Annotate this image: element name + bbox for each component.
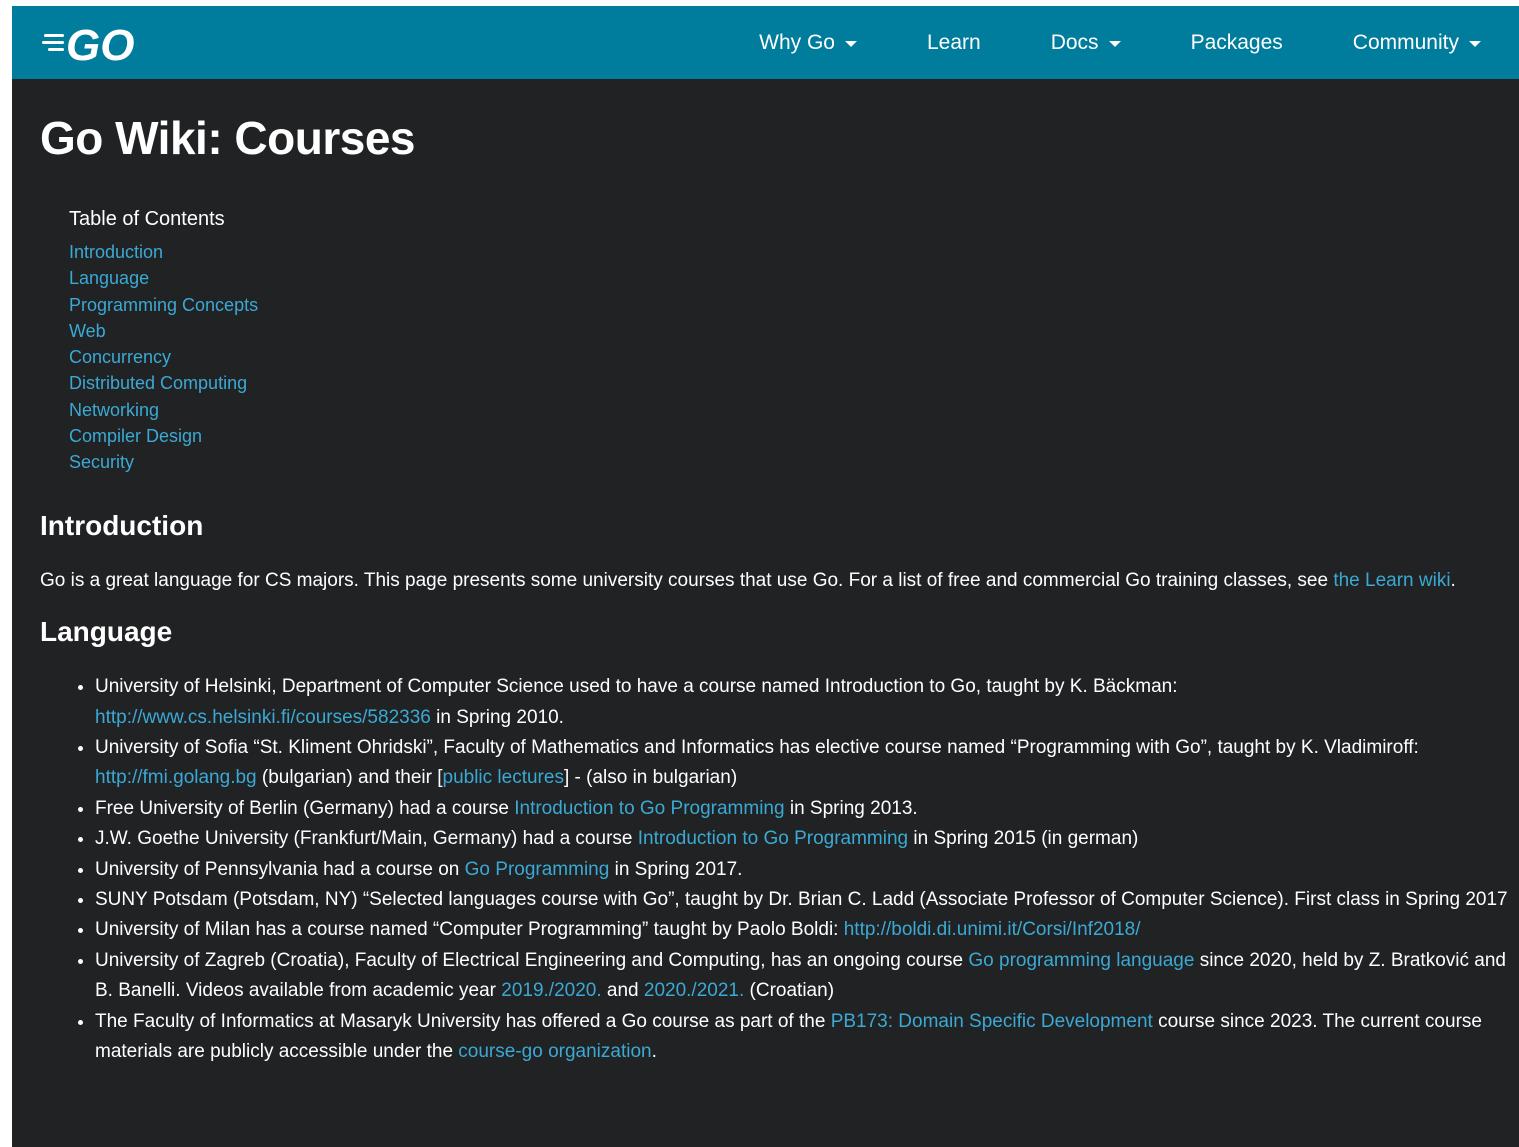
toc-title: Table of Contents <box>69 208 225 230</box>
course-list-item: University of Helsinki, Department of Co… <box>95 672 1515 733</box>
course-link[interactable]: course-go organization <box>458 1041 651 1062</box>
course-text: . <box>651 1041 657 1063</box>
toc-link-compiler-design[interactable]: Compiler Design <box>69 426 202 446</box>
intro-text-end: . <box>1450 569 1456 591</box>
nav-docs[interactable]: Docs <box>1051 31 1121 55</box>
toc-link-web[interactable]: Web <box>69 321 106 341</box>
toc-link-introduction[interactable]: Introduction <box>69 242 163 262</box>
introduction-paragraph: Go is a great language for CS majors. Th… <box>40 566 1480 597</box>
nav-label: Learn <box>926 30 981 54</box>
page-title: Go Wiki: Courses <box>40 112 415 164</box>
caret-down-icon <box>1108 40 1121 47</box>
table-of-contents: Table of Contents Introduction Language Pr… <box>69 209 1491 478</box>
course-text: SUNY Potsdam (Potsdam, NY) “Selected lan… <box>95 889 1508 911</box>
course-list-item: SUNY Potsdam (Potsdam, NY) “Selected lan… <box>95 885 1515 915</box>
course-text: ] - (also in bulgarian) <box>563 767 738 789</box>
learn-wiki-link[interactable]: the Learn wiki <box>1333 570 1450 591</box>
toc-list: Introduction Language Programming Concepts… <box>69 241 1491 478</box>
course-list-item: J.W. Goethe University (Frankfurt/Main, … <box>95 824 1515 854</box>
course-link[interactable]: 2019./2020. <box>501 980 601 1001</box>
nav-label: Community <box>1352 30 1459 54</box>
course-text: The Faculty of Informatics at Masaryk Un… <box>95 1010 831 1032</box>
toc-item: Networking <box>69 399 1491 425</box>
nav-why-go[interactable]: Why Go <box>759 31 857 55</box>
toc-link-distributed-computing[interactable]: Distributed Computing <box>69 373 247 393</box>
toc-item: Distributed Computing <box>69 372 1491 398</box>
course-link[interactable]: Go Programming <box>465 859 610 880</box>
toc-item: Security <box>69 451 1491 477</box>
course-link[interactable]: 2020./2021. <box>644 980 744 1001</box>
caret-down-icon <box>844 40 857 47</box>
course-link[interactable]: http://boldi.di.unimi.it/Corsi/Inf2018/ <box>844 919 1141 940</box>
course-link[interactable]: http://fmi.golang.bg <box>95 767 257 788</box>
course-list-item: The Faculty of Informatics at Masaryk Un… <box>95 1007 1515 1068</box>
main-content: Go Wiki: Courses Table of Contents Intro… <box>12 79 1519 1067</box>
course-text: J.W. Goethe University (Frankfurt/Main, … <box>95 828 638 850</box>
course-text: University of Milan has a course named “… <box>95 919 844 941</box>
nav-label: Why Go <box>759 30 835 54</box>
course-list-item: University of Milan has a course named “… <box>95 915 1515 945</box>
go-logo-icon: GO <box>42 21 134 67</box>
toc-link-language[interactable]: Language <box>69 268 149 288</box>
toc-item: Language <box>69 267 1491 293</box>
course-text: in Spring 2017. <box>609 858 743 880</box>
course-text: (bulgarian) and their [ <box>256 767 443 789</box>
toc-item: Concurrency <box>69 346 1491 372</box>
course-link[interactable]: public lectures <box>443 767 564 788</box>
main-nav: Why Go Learn Docs Packages Community <box>759 6 1481 79</box>
course-text: and <box>601 980 644 1002</box>
go-logo[interactable]: GO <box>42 6 158 79</box>
nav-packages[interactable]: Packages <box>1191 31 1283 55</box>
course-text: University of Helsinki, Department of Co… <box>95 676 1178 698</box>
course-text: in Spring 2015 (in german) <box>908 828 1139 850</box>
toc-item: Compiler Design <box>69 425 1491 451</box>
course-link[interactable]: http://www.cs.helsinki.fi/courses/582336 <box>95 707 431 728</box>
language-course-list: University of Helsinki, Department of Co… <box>40 672 1515 1067</box>
svg-text:GO: GO <box>66 21 134 67</box>
caret-down-icon <box>1469 40 1481 47</box>
toc-link-concurrency[interactable]: Concurrency <box>69 347 171 367</box>
toc-link-networking[interactable]: Networking <box>69 400 159 420</box>
nav-label: Docs <box>1050 30 1099 54</box>
course-text: University of Zagreb (Croatia), Faculty … <box>95 949 969 971</box>
site-header: GO Why Go Learn Docs Packages Community <box>12 6 1519 79</box>
course-list-item: University of Zagreb (Croatia), Faculty … <box>95 946 1515 1007</box>
course-text: University of Sofia “St. Kliment Ohridsk… <box>95 736 1419 758</box>
course-text: in Spring 2013. <box>784 797 918 819</box>
course-text: in Spring 2010. <box>430 706 564 728</box>
course-list-item: University of Sofia “St. Kliment Ohridsk… <box>95 733 1515 794</box>
course-text: University of Pennsylvania had a course … <box>95 858 465 880</box>
course-list-item: University of Pennsylvania had a course … <box>95 855 1515 885</box>
nav-learn[interactable]: Learn <box>927 31 981 55</box>
toc-item: Introduction <box>69 241 1491 267</box>
course-text: (Croatian) <box>744 980 835 1002</box>
browser-page: GO Why Go Learn Docs Packages Community Go W… <box>12 6 1519 1147</box>
course-list-item: Free University of Berlin (Germany) had … <box>95 794 1515 824</box>
toc-item: Web <box>69 320 1491 346</box>
intro-text: Go is a great language for CS majors. Th… <box>40 569 1334 591</box>
nav-label: Packages <box>1190 30 1283 54</box>
course-text: Free University of Berlin (Germany) had … <box>95 797 515 819</box>
toc-item: Programming Concepts <box>69 294 1491 320</box>
nav-community[interactable]: Community <box>1353 31 1481 55</box>
course-link[interactable]: PB173: Domain Specific Development <box>831 1011 1153 1032</box>
course-link[interactable]: Introduction to Go Programming <box>638 828 908 849</box>
introduction-heading: Introduction <box>40 509 204 541</box>
toc-link-security[interactable]: Security <box>69 452 134 472</box>
course-link[interactable]: Go programming language <box>968 950 1194 971</box>
course-link[interactable]: Introduction to Go Programming <box>514 798 784 819</box>
language-heading: Language <box>40 616 173 648</box>
toc-link-programming-concepts[interactable]: Programming Concepts <box>69 295 258 315</box>
